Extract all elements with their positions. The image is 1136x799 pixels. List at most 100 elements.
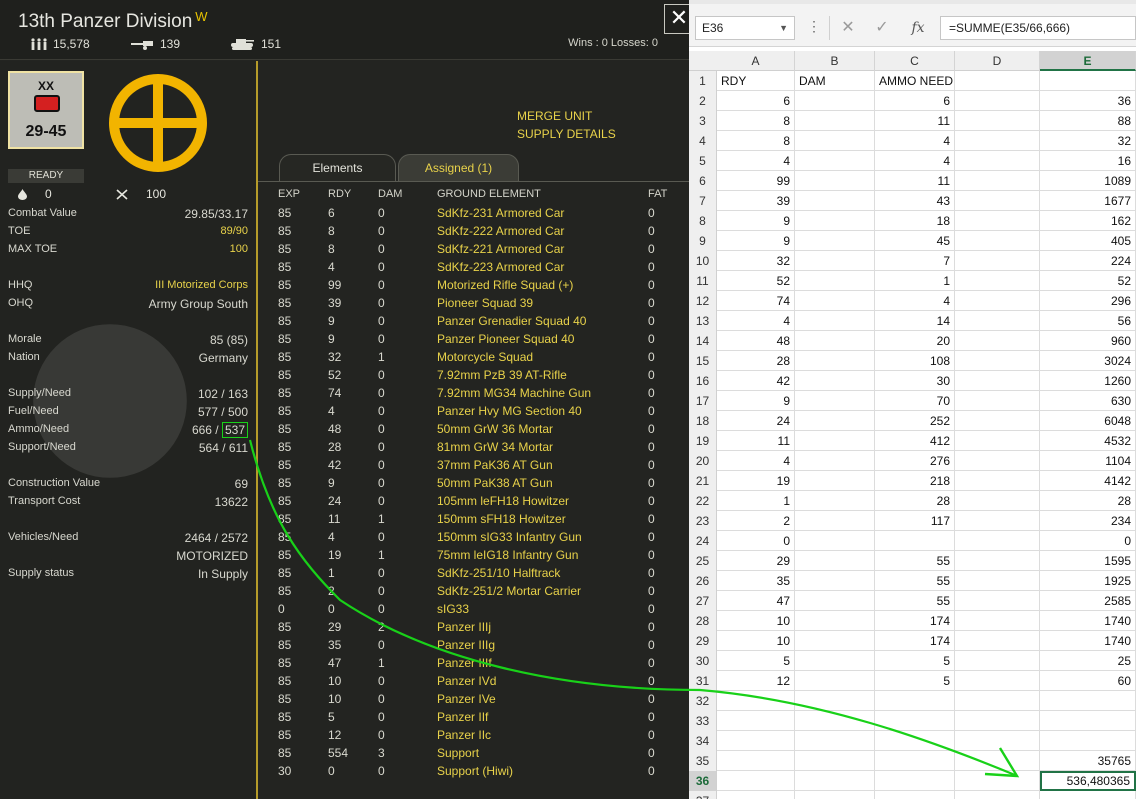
cell-b[interactable]: [795, 271, 875, 291]
cell-b[interactable]: [795, 571, 875, 591]
cell-d[interactable]: [955, 211, 1040, 231]
cell-e[interactable]: 56: [1040, 311, 1136, 331]
cell-c[interactable]: [875, 731, 955, 751]
cell-b[interactable]: [795, 691, 875, 711]
cell-b[interactable]: [795, 191, 875, 211]
cell-e[interactable]: 1740: [1040, 631, 1136, 651]
cell-c[interactable]: [875, 771, 955, 791]
row-header[interactable]: 18: [689, 411, 717, 431]
element-row[interactable]: 85 52 0 7.92mm PzB 39 AT-Rifle 0: [278, 368, 683, 386]
row-header[interactable]: 7: [689, 191, 717, 211]
cell-b[interactable]: [795, 451, 875, 471]
cell-a[interactable]: 9: [717, 211, 795, 231]
cell-c[interactable]: 4: [875, 131, 955, 151]
cell-a[interactable]: 48: [717, 331, 795, 351]
row-header[interactable]: 37: [689, 791, 717, 799]
element-row[interactable]: 85 19 1 75mm leIG18 Infantry Gun 0: [278, 548, 683, 566]
cell-b[interactable]: [795, 531, 875, 551]
cell-a[interactable]: 74: [717, 291, 795, 311]
row-header[interactable]: 22: [689, 491, 717, 511]
cell-d[interactable]: [955, 331, 1040, 351]
cell-c[interactable]: [875, 531, 955, 551]
cell-e[interactable]: 1740: [1040, 611, 1136, 631]
cell-a[interactable]: 12: [717, 671, 795, 691]
cell-b[interactable]: [795, 231, 875, 251]
cell-a[interactable]: 4: [717, 311, 795, 331]
row-header[interactable]: 30: [689, 651, 717, 671]
cell-c[interactable]: 1: [875, 271, 955, 291]
cell-d[interactable]: [955, 751, 1040, 771]
unit-counter[interactable]: XX 29-45: [8, 71, 84, 149]
cell-b[interactable]: [795, 471, 875, 491]
cell-e[interactable]: 52: [1040, 271, 1136, 291]
cell-b[interactable]: [795, 431, 875, 451]
cell-a[interactable]: [717, 711, 795, 731]
cell-e[interactable]: 1595: [1040, 551, 1136, 571]
name-box[interactable]: E36 ▼: [695, 16, 795, 40]
cell-b[interactable]: [795, 411, 875, 431]
cell-b[interactable]: [795, 731, 875, 751]
row-header[interactable]: 27: [689, 591, 717, 611]
row-header[interactable]: 24: [689, 531, 717, 551]
cell-e[interactable]: 1925: [1040, 571, 1136, 591]
row-header[interactable]: 1: [689, 71, 717, 91]
row-header[interactable]: 19: [689, 431, 717, 451]
row-header[interactable]: 14: [689, 331, 717, 351]
cell-b[interactable]: [795, 591, 875, 611]
cell-a[interactable]: 4: [717, 451, 795, 471]
cell-b[interactable]: DAM: [795, 71, 875, 91]
cell-b[interactable]: [795, 91, 875, 111]
cell-c[interactable]: 174: [875, 631, 955, 651]
cell-c[interactable]: [875, 751, 955, 771]
cell-c[interactable]: AMMO NEED: [875, 71, 955, 91]
cell-d[interactable]: [955, 351, 1040, 371]
cell-c[interactable]: 11: [875, 171, 955, 191]
cell-b[interactable]: [795, 251, 875, 271]
cell-d[interactable]: [955, 471, 1040, 491]
cell-e[interactable]: 60: [1040, 671, 1136, 691]
stat-value[interactable]: III Motorized Corps: [155, 279, 248, 291]
row-header[interactable]: 17: [689, 391, 717, 411]
cell-a[interactable]: 35: [717, 571, 795, 591]
element-row[interactable]: 85 48 0 50mm GrW 36 Mortar 0: [278, 422, 683, 440]
cell-d[interactable]: [955, 671, 1040, 691]
column-header-rdy[interactable]: RDY: [328, 188, 351, 200]
cell-d[interactable]: [955, 631, 1040, 651]
row-header[interactable]: 32: [689, 691, 717, 711]
cell-e[interactable]: [1040, 71, 1136, 91]
cell-d[interactable]: [955, 231, 1040, 251]
cell-d[interactable]: [955, 531, 1040, 551]
cell-c[interactable]: 55: [875, 591, 955, 611]
row-header[interactable]: 3: [689, 111, 717, 131]
row-header[interactable]: 31: [689, 671, 717, 691]
more-options-icon[interactable]: ⋮: [807, 18, 821, 35]
tab-elements[interactable]: Elements: [279, 154, 396, 181]
cell-e[interactable]: 405: [1040, 231, 1136, 251]
element-row[interactable]: 85 35 0 Panzer IIIg 0: [278, 638, 683, 656]
cell-c[interactable]: 4: [875, 291, 955, 311]
cell-a[interactable]: 10: [717, 611, 795, 631]
cell-a[interactable]: 2: [717, 511, 795, 531]
cell-d[interactable]: [955, 571, 1040, 591]
column-header-element[interactable]: GROUND ELEMENT: [437, 188, 541, 200]
enter-check-icon[interactable]: ✓: [867, 16, 897, 40]
merge-unit-link[interactable]: MERGE UNIT: [517, 107, 616, 125]
column-header-a[interactable]: A: [717, 51, 795, 71]
cell-a[interactable]: 9: [717, 231, 795, 251]
cell-d[interactable]: [955, 311, 1040, 331]
column-header-d[interactable]: D: [955, 51, 1040, 71]
row-header[interactable]: 20: [689, 451, 717, 471]
row-header[interactable]: 9: [689, 231, 717, 251]
row-header[interactable]: 10: [689, 251, 717, 271]
cell-d[interactable]: [955, 451, 1040, 471]
element-row[interactable]: 85 5 0 Panzer IIf 0: [278, 710, 683, 728]
element-row[interactable]: 85 42 0 37mm PaK36 AT Gun 0: [278, 458, 683, 476]
cell-c[interactable]: 20: [875, 331, 955, 351]
cell-e[interactable]: 88: [1040, 111, 1136, 131]
cell-e[interactable]: 4142: [1040, 471, 1136, 491]
cell-d[interactable]: [955, 131, 1040, 151]
cell-a[interactable]: 47: [717, 591, 795, 611]
row-header[interactable]: 28: [689, 611, 717, 631]
cell-e[interactable]: 224: [1040, 251, 1136, 271]
cell-d[interactable]: [955, 551, 1040, 571]
